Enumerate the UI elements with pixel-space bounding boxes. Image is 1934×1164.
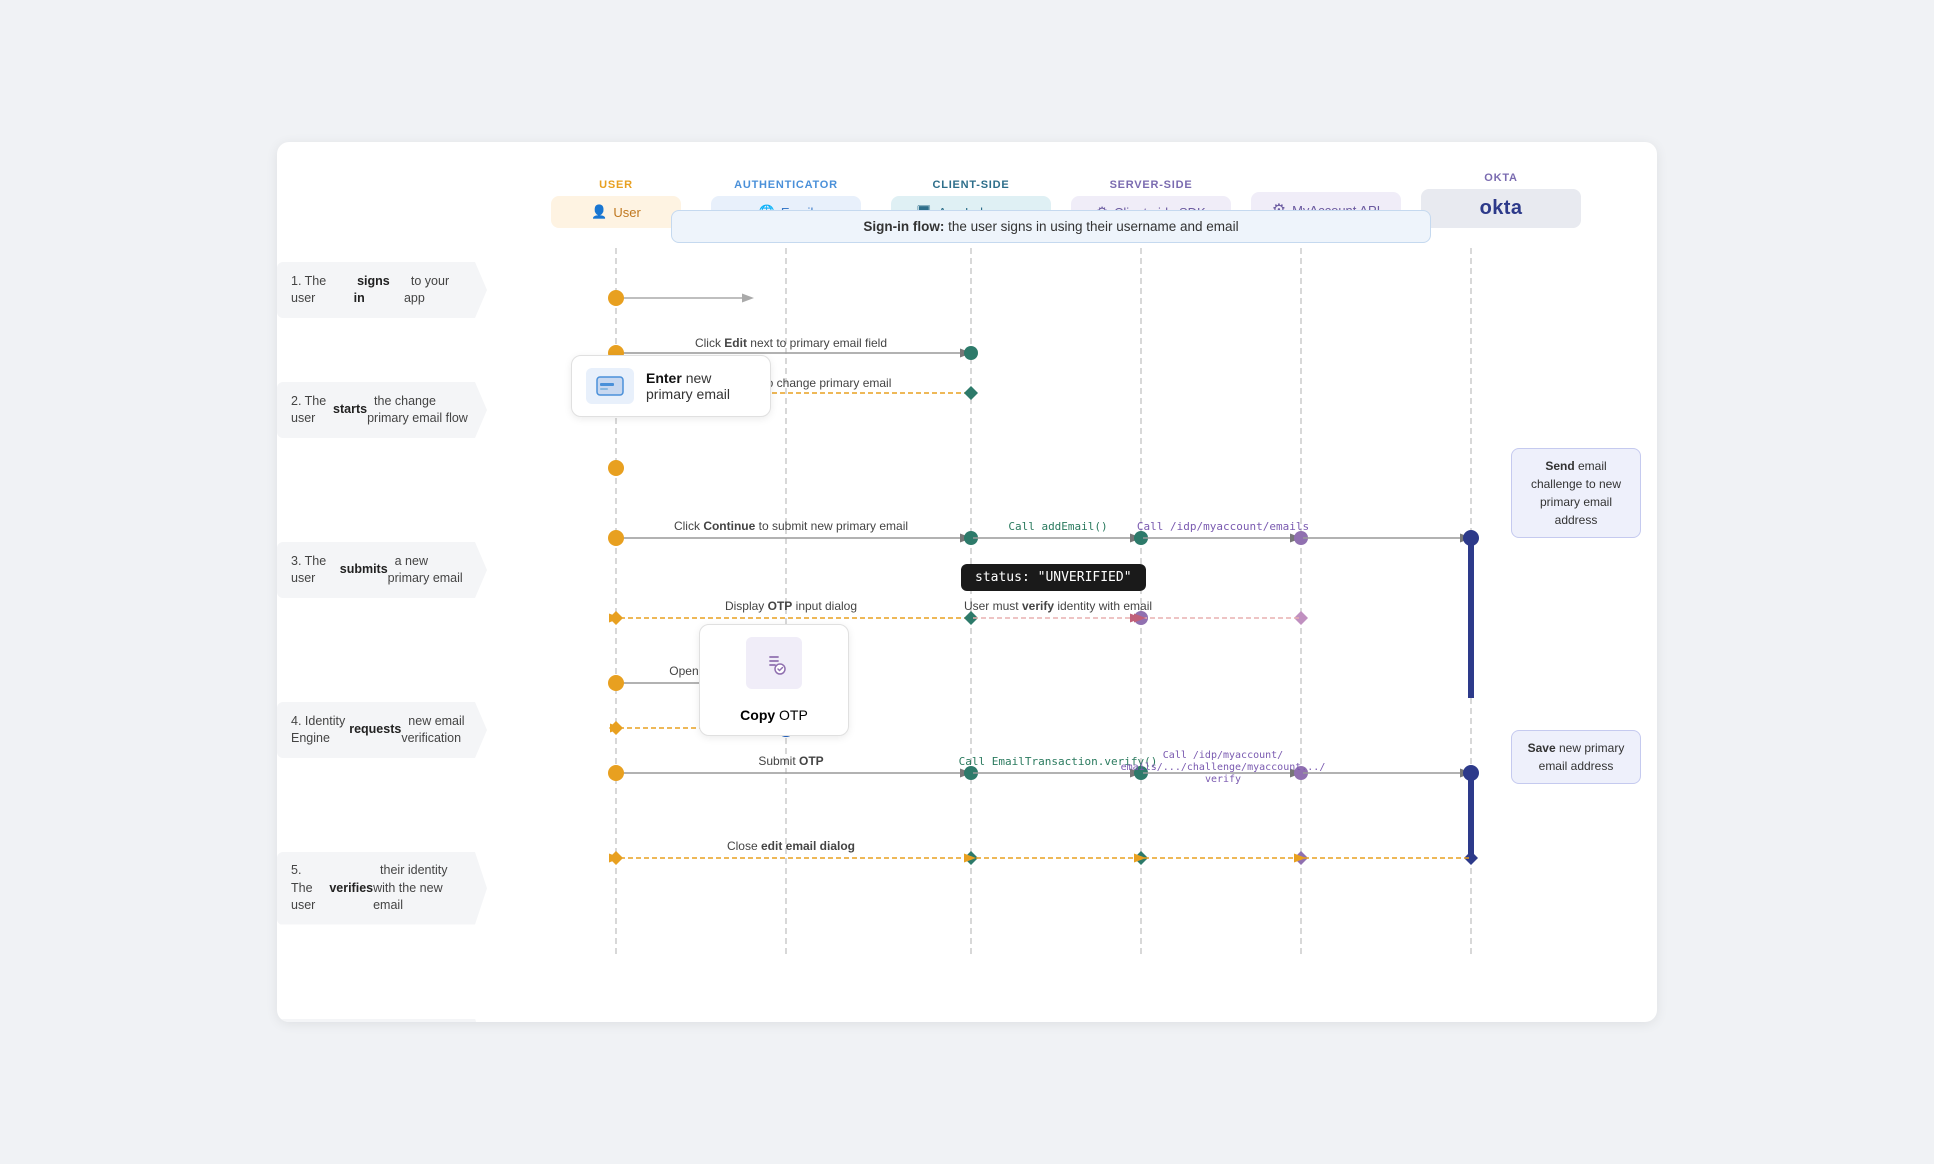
signin-flow-text: the user signs in using their username a… <box>948 219 1238 234</box>
signin-flow-box: Sign-in flow: the user signs in using th… <box>671 210 1431 243</box>
arrow-label-verify-path1: Call /idp/myaccount/ <box>1163 750 1283 761</box>
user-icon: 👤 <box>591 204 607 220</box>
diagram-area: USER 👤 User AUTHENTICATOR 🌐 Email CLIENT… <box>521 172 1633 958</box>
email-field-svg <box>596 376 624 396</box>
send-bold: Send <box>1545 459 1574 473</box>
step-6: 6. Your app handles a successful identit… <box>277 1019 487 1023</box>
server-col-label: SERVER-SIDE <box>1110 179 1193 191</box>
arrow-label-close-email: Close edit email dialog <box>727 839 855 853</box>
user-col-box: 👤 User <box>551 196 681 228</box>
arrow-label-click-continue: Click Continue to submit new primary ema… <box>674 519 908 533</box>
copy-otp-box: Copy OTP <box>699 624 849 736</box>
auth-col-label: AUTHENTICATOR <box>734 179 838 191</box>
user-col-label: USER <box>599 179 633 191</box>
save-email-box: Save new primary email address <box>1511 730 1641 784</box>
arrow-label-verify-path2: emails/.../challenge/myaccount.../ <box>1121 762 1326 773</box>
email-field-icon <box>586 368 634 404</box>
arrow-label-submit-otp: Submit OTP <box>758 754 823 768</box>
save-bold: Save <box>1528 741 1556 755</box>
arrow-label-verify-identity: User must verify identity with email <box>964 599 1152 613</box>
arrow-label-click-edit: Click Edit next to primary email field <box>695 336 887 350</box>
okta-col-box: okta <box>1421 189 1581 228</box>
copy-icon-svg <box>756 645 792 681</box>
signin-flow-bold: Sign-in flow: <box>863 219 944 234</box>
okta-col-label: OKTA <box>1484 172 1517 184</box>
copy-otp-text: Copy OTP <box>740 707 808 723</box>
okta-logo-text: okta <box>1480 197 1523 220</box>
user-col-text: User <box>613 205 640 220</box>
step-5: 5. The user verifies their identity with… <box>277 852 487 925</box>
send-email-challenge-box: Send email challenge to new primary emai… <box>1511 448 1641 538</box>
step-4: 4. Identity Engine requests new email ve… <box>277 702 487 758</box>
arrow-label-addEmail: Call addEmail() <box>1008 520 1107 533</box>
diagram-wrapper: 1. The user signs in to your app 2. The … <box>277 142 1657 1022</box>
enter-new-email-box: Enter new primary email <box>571 355 771 417</box>
arrow-label-display-otp: Display OTP input dialog <box>725 599 857 613</box>
enter-email-text: Enter new primary email <box>646 370 752 402</box>
step-2: 2. The user starts the change primary em… <box>277 382 487 438</box>
sidebar: 1. The user signs in to your app 2. The … <box>277 262 487 1022</box>
copy-otp-icon <box>746 637 802 689</box>
sequence-diagram-svg: Click Edit next to primary email field D… <box>521 238 1621 958</box>
step-3: 3. The user submits a new primary email <box>277 542 487 598</box>
arrow-label-verify-path3: verify <box>1205 774 1241 785</box>
client-col-label: CLIENT-SIDE <box>933 179 1010 191</box>
step-1: 1. The user signs in to your app <box>277 262 487 318</box>
status-unverified-badge: status: "UNVERIFIED" <box>961 564 1146 591</box>
arrow-label-idp: Call /idp/myaccount/emails <box>1137 520 1309 533</box>
